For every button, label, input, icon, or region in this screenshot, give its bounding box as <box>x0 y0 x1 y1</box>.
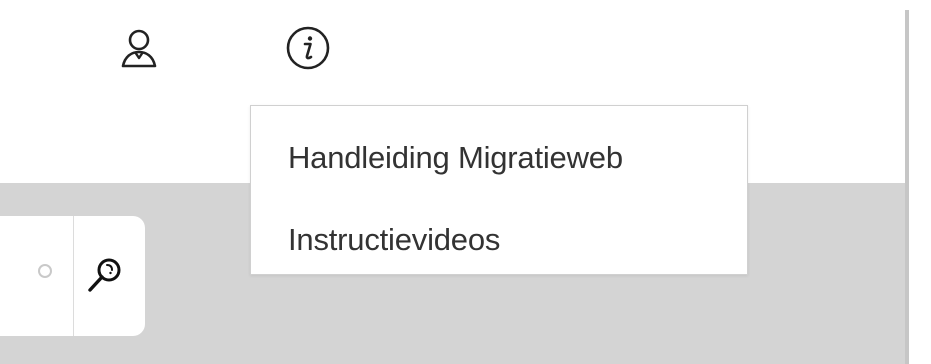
search-icon <box>88 258 121 292</box>
search-button[interactable] <box>80 250 130 300</box>
menu-item-handleiding-migratieweb[interactable]: Handleiding Migratieweb <box>288 140 623 176</box>
scrollbar[interactable] <box>905 10 909 364</box>
search-divider <box>73 216 74 336</box>
user-icon <box>121 29 157 68</box>
info-dropdown-menu: Handleiding Migratieweb Instructievideos <box>250 105 748 275</box>
info-button[interactable] <box>283 23 333 73</box>
search-box <box>0 216 145 336</box>
scrollbar-area <box>905 0 931 364</box>
radio-unselected-icon[interactable] <box>38 264 52 278</box>
user-account-button[interactable] <box>114 23 164 73</box>
info-icon <box>286 26 330 70</box>
menu-item-instructievideos[interactable]: Instructievideos <box>288 222 500 258</box>
